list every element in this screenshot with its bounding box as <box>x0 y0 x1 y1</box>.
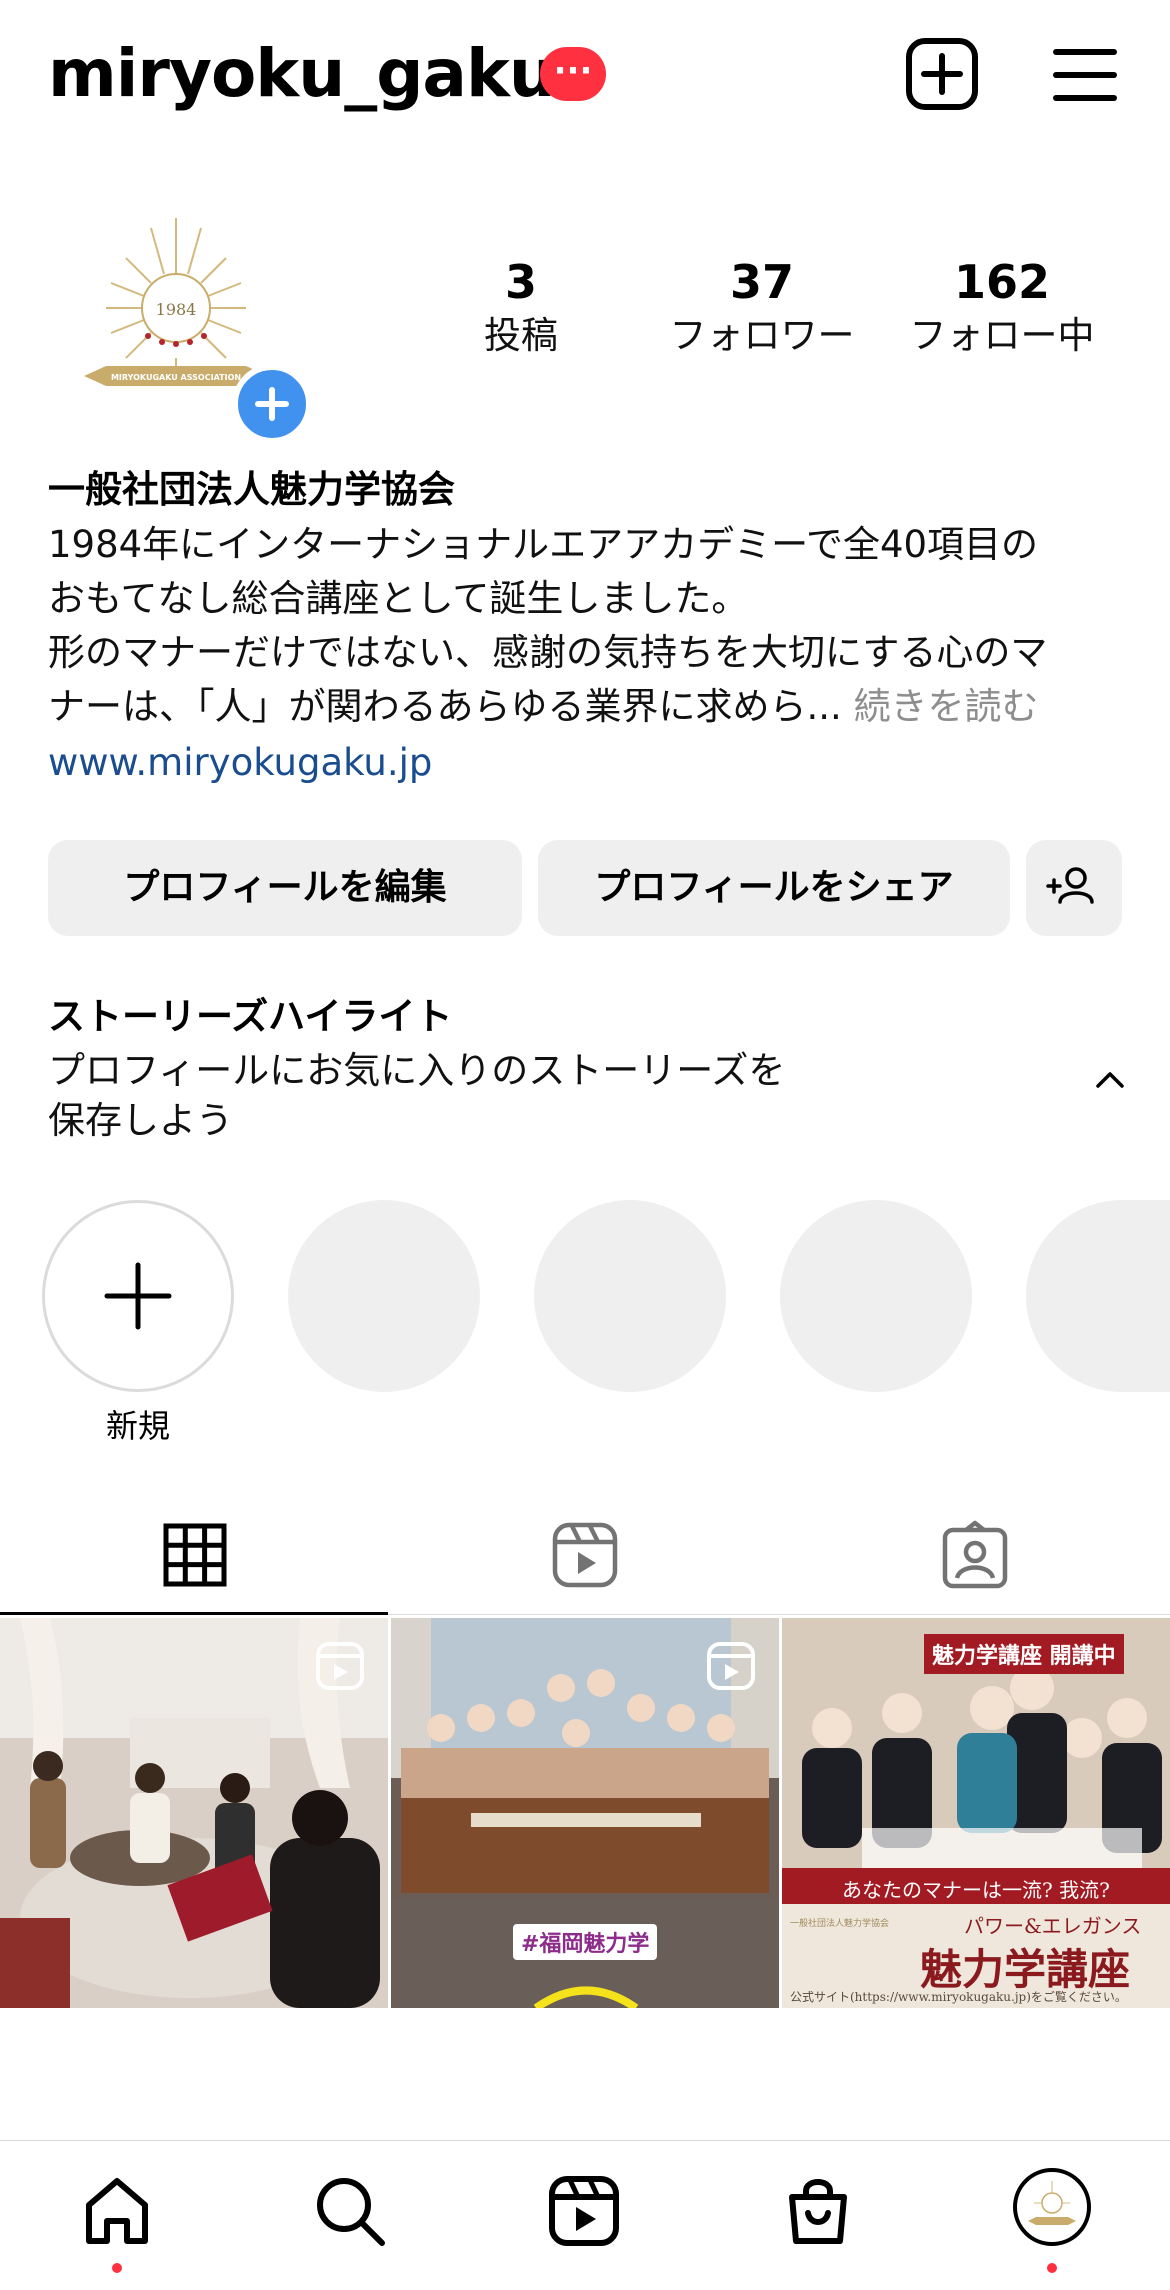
add-story-button[interactable] <box>232 364 312 444</box>
post-association: 一般社団法人魅力学協会 <box>790 1919 890 1929</box>
menu-icon <box>1053 49 1117 101</box>
stat-posts[interactable]: 3 投稿 <box>411 252 631 360</box>
highlight-placeholder <box>288 1200 480 1392</box>
notification-badge[interactable]: ··· <box>540 47 606 101</box>
tagged-icon <box>942 1520 1008 1589</box>
nav-reels[interactable] <box>546 2173 622 2249</box>
svg-text:1984: 1984 <box>156 300 197 319</box>
profile-bio: 1984年にインターナショナルエアアカデミーで全40項目の おもてなし総合講座と… <box>48 518 1128 734</box>
highlights-desc-line: 保存しよう <box>48 1099 233 1142</box>
notification-dot <box>112 2263 122 2273</box>
stat-value: 3 <box>504 255 537 309</box>
create-post-button[interactable] <box>904 36 980 112</box>
search-icon <box>317 2178 385 2246</box>
post-thumbnail[interactable]: #福岡魅力学 <box>391 1618 779 2008</box>
svg-text:MIRYOKUGAKU ASSOCIATION: MIRYOKUGAKU ASSOCIATION <box>111 373 241 382</box>
website-link[interactable]: www.miryokugaku.jp <box>48 736 432 790</box>
post-caption-tag: #福岡魅力学 <box>513 1924 658 1960</box>
post-subtitle: パワー&エレガンス <box>964 1914 1142 1938</box>
reels-icon <box>549 2176 619 2246</box>
stat-followers[interactable]: 37 フォロワー <box>652 252 872 360</box>
post-banner: 魅力学講座 開講中 <box>924 1634 1124 1674</box>
bio-line: ナーは、「人」が関わるあらゆる業界に求めら... <box>48 685 842 728</box>
post-decoration <box>533 1986 639 2008</box>
post-thumbnail[interactable] <box>0 1618 388 2008</box>
tab-reels[interactable] <box>550 1520 620 1590</box>
reels-icon <box>552 1522 618 1588</box>
nav-home[interactable] <box>79 2173 155 2273</box>
post-footer: 公式サイト(https://www.miryokugaku.jp)をご覧ください… <box>790 1990 1127 2004</box>
create-icon <box>906 38 978 110</box>
new-highlight-button[interactable] <box>42 1200 234 1392</box>
plus-icon <box>104 1262 172 1330</box>
profile-username[interactable]: miryoku_gaku <box>48 34 556 114</box>
stat-following[interactable]: 162 フォロー中 <box>892 252 1112 360</box>
plus-icon <box>255 387 289 421</box>
collapse-highlights-button[interactable] <box>1090 1064 1130 1094</box>
post-thumbnail[interactable]: 魅力学講座 開講中 あなたのマナーは一流? 我流? 一般社団法人魅力学協会 パワ… <box>782 1618 1170 2008</box>
tab-tagged[interactable] <box>940 1520 1010 1590</box>
notification-dot <box>1047 2263 1057 2273</box>
bio-line: おもてなし総合講座として誕生しました。 <box>48 577 749 620</box>
grid-icon <box>163 1523 227 1587</box>
new-highlight-label: 新規 <box>105 1407 170 1445</box>
edit-profile-button[interactable]: プロフィールを編集 <box>48 840 522 936</box>
add-person-icon <box>1046 867 1094 904</box>
menu-button[interactable] <box>1050 40 1120 110</box>
stat-label: フォロワー <box>669 314 855 357</box>
shopping-bag-icon <box>789 2179 847 2244</box>
highlight-placeholder <box>534 1200 726 1392</box>
profile-avatar-icon <box>1013 2168 1091 2246</box>
reel-indicator-icon <box>707 1642 755 1690</box>
active-tab-indicator <box>0 1612 388 1615</box>
nav-search[interactable] <box>312 2173 388 2249</box>
stat-value: 37 <box>729 255 794 309</box>
chevron-up-icon <box>1096 1072 1124 1088</box>
stat-label: フォロー中 <box>909 314 1095 357</box>
reel-indicator-icon <box>316 1642 364 1690</box>
profile-name: 一般社団法人魅力学協会 <box>48 468 455 511</box>
nav-profile[interactable] <box>1012 2167 1092 2273</box>
highlight-placeholder <box>780 1200 972 1392</box>
read-more-link[interactable]: 続きを読む <box>854 685 1039 728</box>
stat-label: 投稿 <box>484 314 558 357</box>
discover-people-button[interactable] <box>1026 840 1122 936</box>
highlight-placeholder <box>1026 1200 1170 1392</box>
highlights-title: ストーリーズハイライト <box>48 995 453 1038</box>
nav-shop[interactable] <box>780 2173 856 2249</box>
share-profile-button[interactable]: プロフィールをシェア <box>538 840 1010 936</box>
bio-line: 形のマナーだけではない、感謝の気持ちを大切にする心のマ <box>48 631 1048 674</box>
tab-posts-grid[interactable] <box>160 1520 230 1590</box>
highlights-desc-line: プロフィールにお気に入りのストーリーズを <box>48 1049 786 1092</box>
stat-value: 162 <box>953 255 1051 309</box>
bio-line: 1984年にインターナショナルエアアカデミーで全40項目の <box>48 523 1039 566</box>
post-subtitle: あなたのマナーは一流? 我流? <box>842 1878 1110 1902</box>
highlights-description: プロフィールにお気に入りのストーリーズを 保存しよう <box>48 1046 888 1146</box>
bottom-navigation <box>0 2140 1170 2290</box>
home-icon <box>86 2178 148 2244</box>
